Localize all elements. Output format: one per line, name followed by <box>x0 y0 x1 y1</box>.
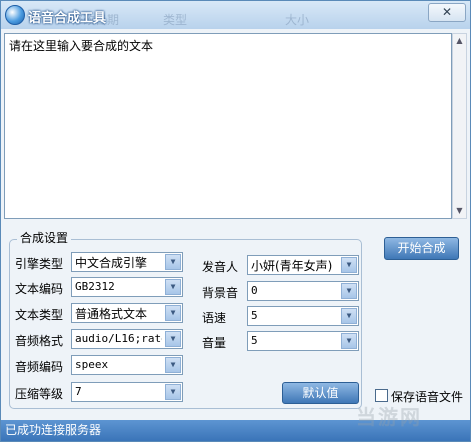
background-sound-label: 背景音 <box>202 286 239 300</box>
speaker-label: 发音人 <box>202 260 239 274</box>
status-text: 已成功连接服务器 <box>5 423 102 437</box>
app-window: 修改日期 类型 大小 语音合成工具 ✕ 请在这里输入要合成的文本 ▲ ▼ 合成设… <box>0 0 471 442</box>
speed-value: 5 <box>251 309 258 322</box>
audio-codec-select[interactable]: speex ▼ <box>71 355 183 375</box>
audio-format-label: 音频格式 <box>15 334 64 348</box>
text-type-value: 普通格式文本 <box>75 307 148 321</box>
compression-level-select[interactable]: 7 ▼ <box>71 382 183 402</box>
text-encoding-label: 文本编码 <box>15 282 64 296</box>
compression-level-label: 压缩等级 <box>15 387 64 401</box>
close-icon: ✕ <box>441 5 453 19</box>
title-bar[interactable]: 修改日期 类型 大小 语音合成工具 ✕ <box>1 1 470 29</box>
compression-level-value: 7 <box>75 385 82 398</box>
window-title: 语音合成工具 <box>28 11 107 26</box>
chevron-down-icon[interactable]: ▼ <box>165 357 181 373</box>
text-type-select[interactable]: 普通格式文本 ▼ <box>71 303 183 323</box>
ghost-header-size: 大小 <box>285 13 310 27</box>
background-sound-value: 0 <box>251 284 258 297</box>
app-logo-icon <box>5 5 25 25</box>
audio-codec-value: speex <box>75 358 109 371</box>
start-synthesis-button[interactable]: 开始合成 <box>384 237 459 260</box>
chevron-down-icon[interactable]: ▼ <box>341 308 357 324</box>
text-encoding-select[interactable]: GB2312 ▼ <box>71 277 183 297</box>
chevron-down-icon[interactable]: ▼ <box>341 333 357 349</box>
chevron-down-icon[interactable]: ▼ <box>165 254 181 270</box>
scroll-down-icon[interactable]: ▼ <box>453 204 466 218</box>
default-values-button[interactable]: 默认值 <box>282 382 359 404</box>
engine-type-value: 中文合成引擎 <box>75 256 148 270</box>
watermark: 当游网 <box>356 405 422 429</box>
speed-select[interactable]: 5 ▼ <box>247 306 359 326</box>
speaker-value: 小妍(青年女声) <box>251 259 333 273</box>
text-encoding-value: GB2312 <box>75 280 115 293</box>
ghost-header-type: 类型 <box>163 13 188 27</box>
audio-codec-label: 音频编码 <box>15 360 64 374</box>
background-sound-select[interactable]: 0 ▼ <box>247 281 359 301</box>
speed-label: 语速 <box>202 311 227 325</box>
chevron-down-icon[interactable]: ▼ <box>341 283 357 299</box>
chevron-down-icon[interactable]: ▼ <box>341 257 357 273</box>
audio-format-value: audio/L16;rate=16000 <box>75 332 162 345</box>
text-type-label: 文本类型 <box>15 308 64 322</box>
text-input-area[interactable]: 请在这里输入要合成的文本 <box>4 33 452 219</box>
settings-group-title: 合成设置 <box>17 229 72 246</box>
engine-type-select[interactable]: 中文合成引擎 ▼ <box>71 252 183 272</box>
volume-value: 5 <box>251 334 258 347</box>
scroll-up-icon[interactable]: ▲ <box>453 34 466 48</box>
chevron-down-icon[interactable]: ▼ <box>165 384 181 400</box>
volume-label: 音量 <box>202 336 227 350</box>
chevron-down-icon[interactable]: ▼ <box>165 279 181 295</box>
chevron-down-icon[interactable]: ▼ <box>165 331 181 347</box>
volume-select[interactable]: 5 ▼ <box>247 331 359 351</box>
engine-type-label: 引擎类型 <box>15 257 64 271</box>
audio-format-select[interactable]: audio/L16;rate=16000 ▼ <box>71 329 183 349</box>
speaker-select[interactable]: 小妍(青年女声) ▼ <box>247 255 359 275</box>
text-scrollbar[interactable]: ▲ ▼ <box>452 33 467 219</box>
close-button[interactable]: ✕ <box>428 3 466 22</box>
chevron-down-icon[interactable]: ▼ <box>165 305 181 321</box>
